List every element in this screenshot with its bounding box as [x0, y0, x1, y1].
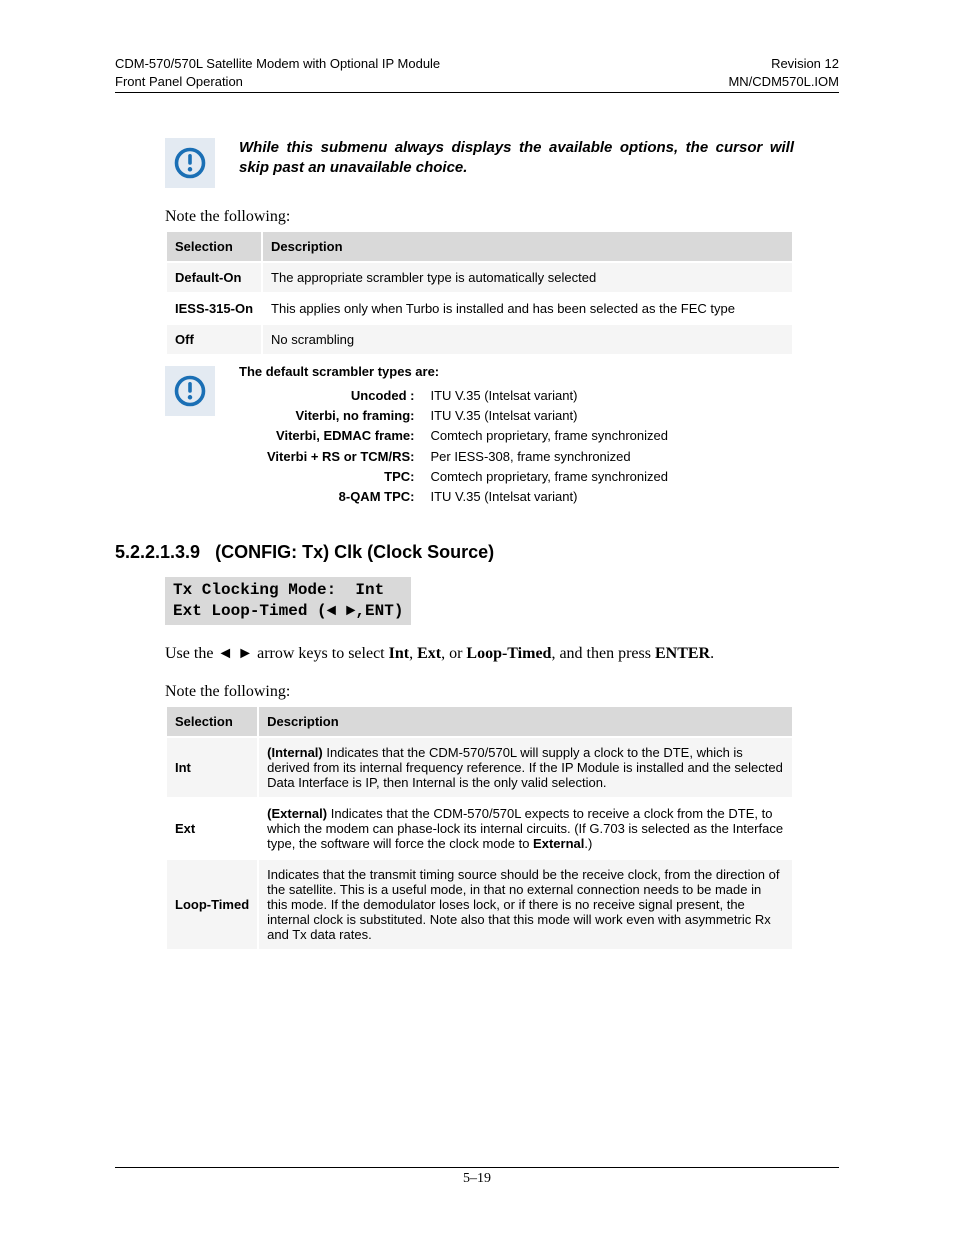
- cell-selection: IESS-315-On: [166, 293, 262, 324]
- cell-description: (External) Indicates that the CDM-570/57…: [258, 798, 793, 859]
- note-following-2: Note the following:: [165, 683, 794, 701]
- page-footer: 5–19: [115, 1167, 839, 1187]
- scrambler-value: Per IESS-308, frame synchronized: [430, 448, 667, 466]
- header-left: CDM-570/570L Satellite Modem with Option…: [115, 55, 440, 90]
- scrambler-key: Viterbi + RS or TCM/RS:: [267, 448, 414, 466]
- lcd-display: Tx Clocking Mode: Int Ext Loop-Timed (◄ …: [165, 577, 411, 625]
- text: .: [710, 645, 714, 662]
- desc-bold: External: [533, 836, 584, 851]
- th-selection: Selection: [166, 706, 258, 737]
- header-right-line1: Revision 12: [728, 55, 839, 73]
- desc-text: .): [584, 836, 592, 851]
- scrambler-value: ITU V.35 (Intelsat variant): [430, 407, 667, 425]
- table-row: Loop-Timed Indicates that the transmit t…: [166, 859, 793, 950]
- th-description: Description: [262, 231, 793, 262]
- note-text: While this submenu always displays the a…: [239, 138, 794, 179]
- section-number: 5.2.2.1.3.9: [115, 542, 200, 562]
- scrambler-value: ITU V.35 (Intelsat variant): [430, 387, 667, 405]
- text: , and then press: [551, 645, 655, 662]
- note-following-1: Note the following:: [165, 208, 794, 226]
- section-title: (CONFIG: Tx) Clk (Clock Source): [215, 542, 494, 562]
- th-description: Description: [258, 706, 793, 737]
- page-number: 5–19: [463, 1171, 491, 1186]
- scrambler-value: ITU V.35 (Intelsat variant): [430, 488, 667, 506]
- alert-icon: [165, 138, 215, 188]
- text: , or: [441, 645, 466, 662]
- table-row: Default-On The appropriate scrambler typ…: [166, 262, 793, 293]
- th-selection: Selection: [166, 231, 262, 262]
- cell-selection: Ext: [166, 798, 258, 859]
- section-heading: 5.2.2.1.3.9 (CONFIG: Tx) Clk (Clock Sour…: [115, 542, 839, 563]
- clock-selection-table: Selection Description Int (Internal) Ind…: [165, 705, 794, 951]
- scrambler-key: Viterbi, no framing:: [267, 407, 414, 425]
- desc-text: Indicates that the CDM-570/570L expects …: [267, 806, 783, 851]
- text-bold: Int: [389, 645, 409, 662]
- table-row: IESS-315-On This applies only when Turbo…: [166, 293, 793, 324]
- note-block: While this submenu always displays the a…: [165, 138, 794, 188]
- table-row: Off No scrambling: [166, 324, 793, 355]
- cell-selection: Int: [166, 737, 258, 798]
- instruction-paragraph: Use the ◄ ► arrow keys to select Int, Ex…: [165, 643, 794, 665]
- desc-prefix: (External): [267, 806, 327, 821]
- cell-description: The appropriate scrambler type is automa…: [262, 262, 793, 293]
- cell-description: Indicates that the transmit timing sourc…: [258, 859, 793, 950]
- scrambler-selection-table: Selection Description Default-On The app…: [165, 230, 794, 356]
- scrambler-key: Viterbi, EDMAC frame:: [267, 427, 414, 445]
- header-left-line1: CDM-570/570L Satellite Modem with Option…: [115, 55, 440, 73]
- cell-description: No scrambling: [262, 324, 793, 355]
- scrambler-value: Comtech proprietary, frame synchronized: [430, 427, 667, 445]
- desc-prefix: (Internal): [267, 745, 323, 760]
- cell-selection: Off: [166, 324, 262, 355]
- table-row: Ext (External) Indicates that the CDM-57…: [166, 798, 793, 859]
- cell-description: This applies only when Turbo is installe…: [262, 293, 793, 324]
- cell-selection: Loop-Timed: [166, 859, 258, 950]
- scrambler-content: The default scrambler types are: Uncoded…: [239, 362, 668, 506]
- text-bold: Ext: [417, 645, 441, 662]
- cell-description: (Internal) Indicates that the CDM-570/57…: [258, 737, 793, 798]
- text: ,: [409, 645, 417, 662]
- scrambler-key: Uncoded :: [267, 387, 414, 405]
- text-bold: Loop-Timed: [466, 645, 551, 662]
- default-scrambler-block: The default scrambler types are: Uncoded…: [165, 362, 794, 506]
- text-bold: ENTER: [655, 645, 710, 662]
- page-header: CDM-570/570L Satellite Modem with Option…: [115, 55, 839, 93]
- scrambler-intro: The default scrambler types are:: [239, 364, 668, 379]
- table-row: Int (Internal) Indicates that the CDM-57…: [166, 737, 793, 798]
- text: Use the ◄ ► arrow keys to select: [165, 645, 389, 662]
- desc-text: Indicates that the transmit timing sourc…: [267, 867, 779, 942]
- scrambler-list: Uncoded : ITU V.35 (Intelsat variant) Vi…: [267, 387, 668, 506]
- cell-selection: Default-On: [166, 262, 262, 293]
- header-left-line2: Front Panel Operation: [115, 73, 440, 91]
- scrambler-key: TPC:: [267, 468, 414, 486]
- alert-icon: [165, 366, 215, 416]
- header-right: Revision 12 MN/CDM570L.IOM: [728, 55, 839, 90]
- header-right-line2: MN/CDM570L.IOM: [728, 73, 839, 91]
- scrambler-key: 8-QAM TPC:: [267, 488, 414, 506]
- scrambler-value: Comtech proprietary, frame synchronized: [430, 468, 667, 486]
- page: CDM-570/570L Satellite Modem with Option…: [0, 0, 954, 1235]
- desc-text: Indicates that the CDM-570/570L will sup…: [267, 745, 783, 790]
